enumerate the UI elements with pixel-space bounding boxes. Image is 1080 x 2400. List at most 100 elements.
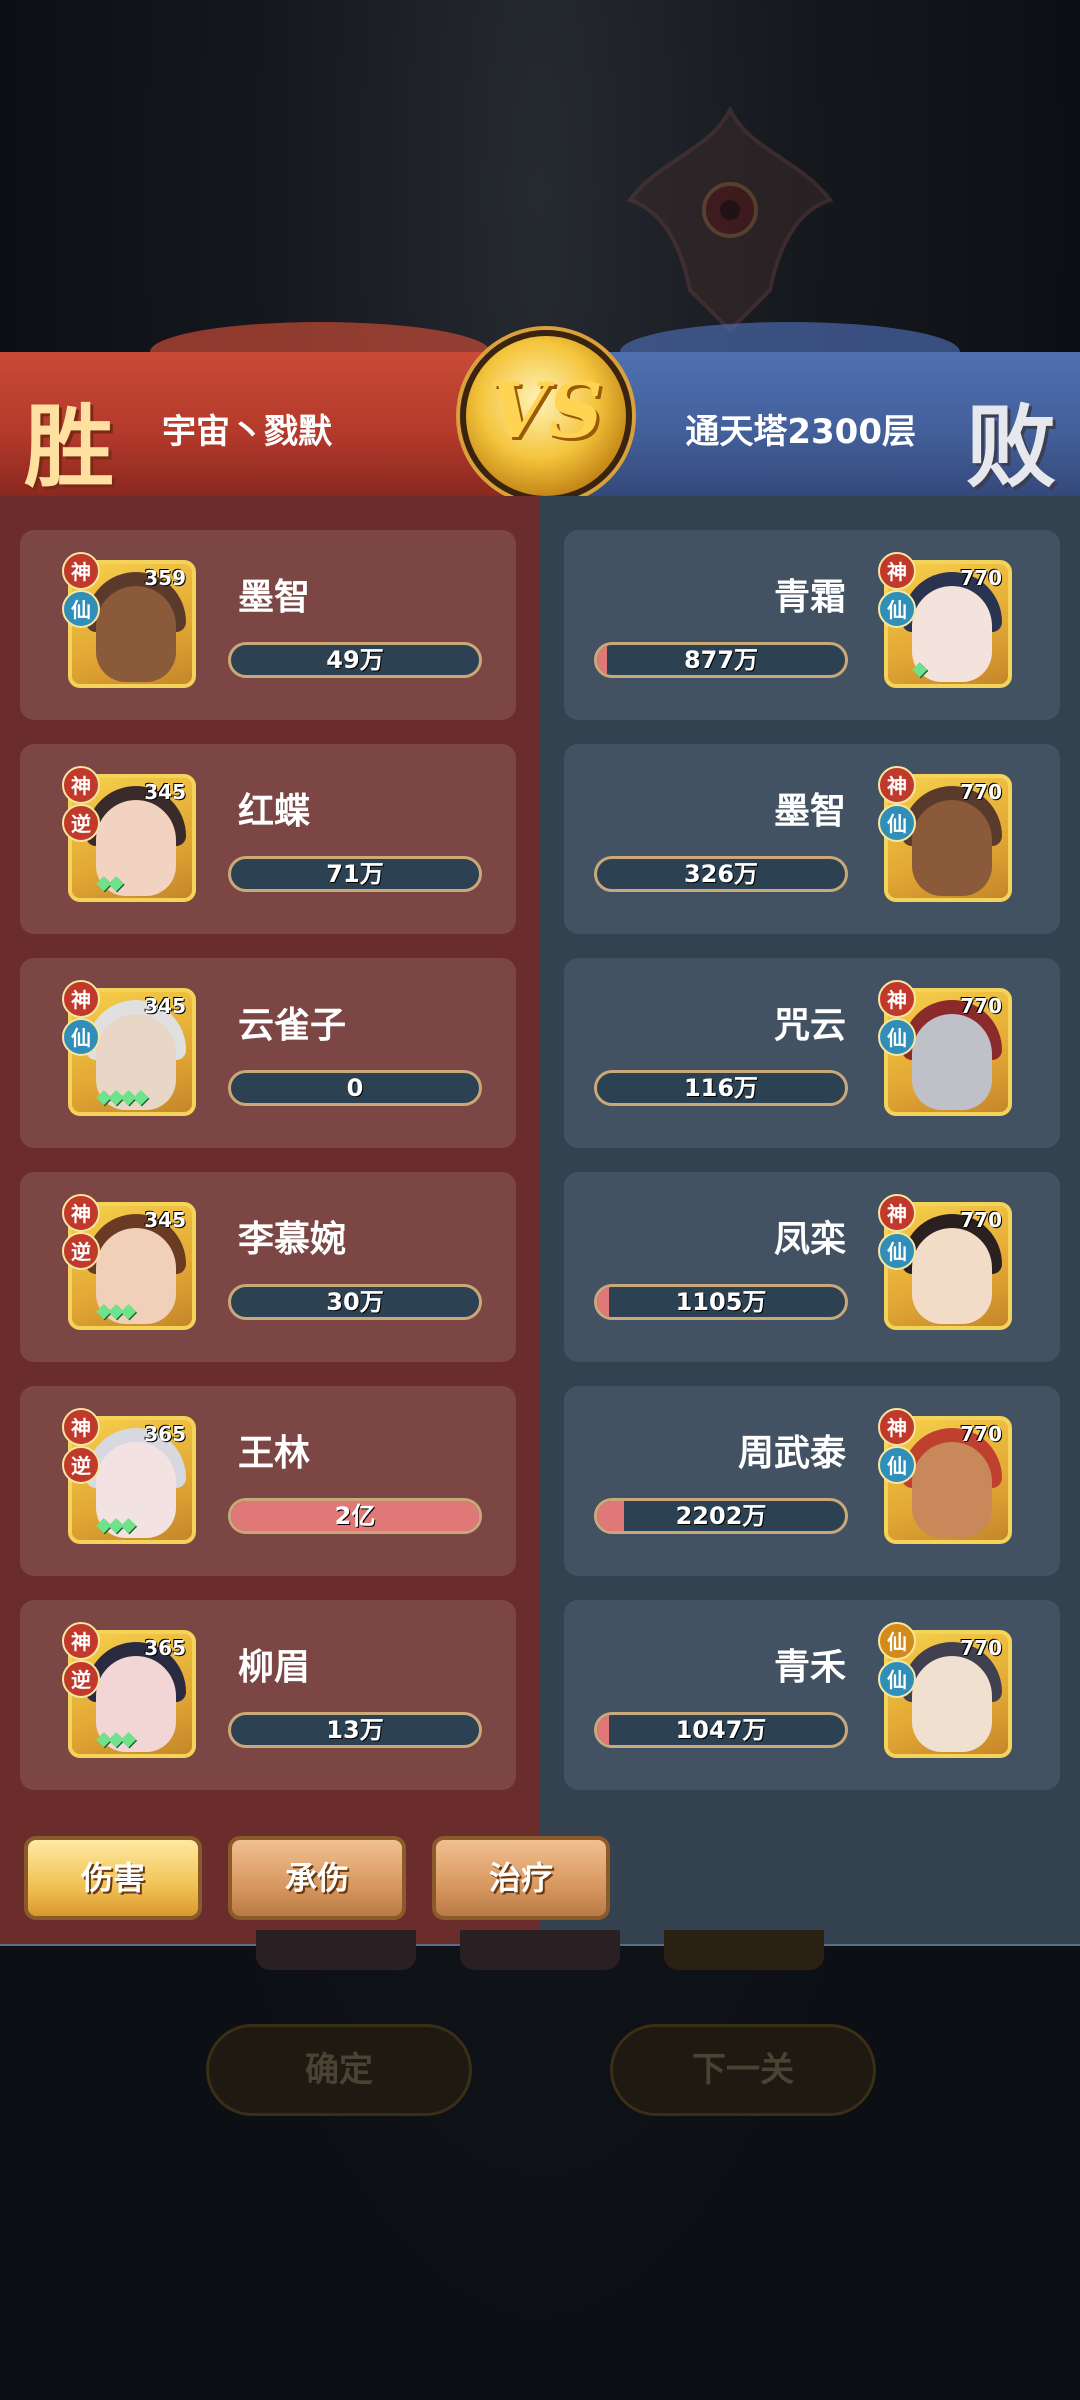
left-player-name: 宇宙丶戮默 bbox=[162, 412, 332, 452]
hero-name: 云雀子 bbox=[238, 1005, 347, 1046]
confirm-button: 确定 bbox=[206, 2024, 472, 2116]
hero-name: 咒云 bbox=[773, 1005, 846, 1046]
avatar-frame: 770 ◆ 神仙 bbox=[878, 552, 1012, 688]
hero-level: 770 bbox=[960, 780, 1002, 804]
rank-badge: 神 bbox=[62, 766, 100, 804]
hero-level: 365 bbox=[144, 1636, 186, 1660]
background-tab-shadow bbox=[664, 1930, 824, 1970]
rank-badge: 神 bbox=[62, 980, 100, 1018]
hero-name: 青禾 bbox=[773, 1647, 846, 1688]
avatar-frame: 770 仙仙 bbox=[878, 1622, 1012, 1758]
damage-value: 877万 bbox=[683, 646, 759, 674]
hero-name: 王林 bbox=[238, 1433, 311, 1474]
hero-portrait-face bbox=[912, 1228, 992, 1324]
rank-badge: 神 bbox=[62, 552, 100, 590]
tab-healing[interactable]: 治疗 bbox=[432, 1836, 610, 1920]
background-tab-shadow bbox=[256, 1930, 416, 1970]
rank-badge: 神 bbox=[62, 1194, 100, 1232]
faction-badge: 逆 bbox=[62, 1232, 100, 1270]
vs-badge: VS bbox=[460, 330, 632, 502]
damage-bar: 30万 bbox=[228, 1284, 482, 1320]
faction-badge: 仙 bbox=[878, 804, 916, 842]
damage-bar: 0 bbox=[228, 1070, 482, 1106]
right-player-name: 通天塔2300层 bbox=[685, 412, 916, 452]
damage-value: 30万 bbox=[326, 1288, 384, 1316]
hero-level: 345 bbox=[144, 1208, 186, 1232]
hero-portrait-face bbox=[96, 586, 176, 682]
tab-damage[interactable]: 伤害 bbox=[24, 1836, 202, 1920]
damage-value: 1105万 bbox=[675, 1288, 767, 1316]
hero-level: 770 bbox=[960, 1422, 1002, 1446]
next-level-button: 下一关 bbox=[610, 2024, 876, 2116]
damage-bar: 2亿 bbox=[228, 1498, 482, 1534]
damage-value: 13万 bbox=[326, 1716, 384, 1744]
defeat-label: 败 bbox=[966, 394, 1056, 500]
star-gems-icon: ◆◆◆◆ bbox=[96, 1084, 149, 1108]
tab-damage-taken[interactable]: 承伤 bbox=[228, 1836, 406, 1920]
avatar-frame: 365 ◆◆◆ 神逆 bbox=[62, 1622, 196, 1758]
right-hero-card[interactable]: 770 神仙墨智 326万 bbox=[564, 744, 1060, 934]
rank-badge: 仙 bbox=[878, 1622, 916, 1660]
faction-badge: 仙 bbox=[62, 1018, 100, 1056]
hero-portrait-face bbox=[912, 1014, 992, 1110]
right-hero-card[interactable]: 770 神仙咒云 116万 bbox=[564, 958, 1060, 1148]
avatar-frame: 345 ◆◆ 神逆 bbox=[62, 766, 196, 902]
right-hero-card[interactable]: 770 神仙周武泰 2202万 bbox=[564, 1386, 1060, 1576]
damage-bar: 13万 bbox=[228, 1712, 482, 1748]
damage-bar: 116万 bbox=[594, 1070, 848, 1106]
faction-badge: 逆 bbox=[62, 1660, 100, 1698]
hero-level: 345 bbox=[144, 994, 186, 1018]
hero-name: 周武泰 bbox=[737, 1433, 846, 1474]
victory-label: 胜 bbox=[24, 394, 114, 500]
damage-bar: 49万 bbox=[228, 642, 482, 678]
star-gems-icon: ◆◆◆ bbox=[96, 1726, 136, 1750]
hero-name: 李慕婉 bbox=[238, 1219, 347, 1260]
avatar-frame: 365 ◆◆◆ 神逆 bbox=[62, 1408, 196, 1544]
damage-value: 2亿 bbox=[334, 1502, 376, 1530]
hero-portrait-face bbox=[912, 800, 992, 896]
rank-badge: 神 bbox=[878, 552, 916, 590]
left-hero-card[interactable]: 365 ◆◆◆ 神逆 王林 2亿 bbox=[20, 1386, 516, 1576]
hero-level: 365 bbox=[144, 1422, 186, 1446]
star-gems-icon: ◆◆ bbox=[96, 870, 124, 894]
faction-badge: 仙 bbox=[878, 1232, 916, 1270]
avatar-frame: 770 神仙 bbox=[878, 766, 1012, 902]
avatar-frame: 770 神仙 bbox=[878, 1194, 1012, 1330]
avatar-frame: 359 神仙 bbox=[62, 552, 196, 688]
hero-name: 青霜 bbox=[773, 577, 846, 618]
avatar-frame: 345 ◆◆◆◆ 神仙 bbox=[62, 980, 196, 1116]
left-hero-card[interactable]: 345 ◆◆◆ 神逆 李慕婉 30万 bbox=[20, 1172, 516, 1362]
avatar-frame: 345 ◆◆◆ 神逆 bbox=[62, 1194, 196, 1330]
hero-level: 770 bbox=[960, 1636, 1002, 1660]
hero-level: 359 bbox=[144, 566, 186, 590]
hero-portrait-face bbox=[912, 1442, 992, 1538]
rank-badge: 神 bbox=[878, 766, 916, 804]
avatar-frame: 770 神仙 bbox=[878, 1408, 1012, 1544]
damage-bar: 2202万 bbox=[594, 1498, 848, 1534]
faction-badge: 逆 bbox=[62, 804, 100, 842]
hero-level: 770 bbox=[960, 1208, 1002, 1232]
emblem-icon bbox=[626, 105, 834, 333]
left-hero-card[interactable]: 345 ◆◆ 神逆 红蝶 71万 bbox=[20, 744, 516, 934]
hero-level: 770 bbox=[960, 566, 1002, 590]
damage-value: 326万 bbox=[683, 860, 759, 888]
rank-badge: 神 bbox=[878, 1408, 916, 1446]
damage-bar: 71万 bbox=[228, 856, 482, 892]
right-hero-card[interactable]: 770 神仙凤栾 1105万 bbox=[564, 1172, 1060, 1362]
damage-bar: 1105万 bbox=[594, 1284, 848, 1320]
left-hero-card[interactable]: 365 ◆◆◆ 神逆 柳眉 13万 bbox=[20, 1600, 516, 1790]
left-hero-card[interactable]: 359 神仙 墨智 49万 bbox=[20, 530, 516, 720]
faction-badge: 仙 bbox=[878, 590, 916, 628]
hero-portrait-face bbox=[912, 1656, 992, 1752]
star-gems-icon: ◆ bbox=[912, 656, 927, 680]
damage-bar: 877万 bbox=[594, 642, 848, 678]
faction-badge: 仙 bbox=[878, 1446, 916, 1484]
right-hero-card[interactable]: 770 ◆ 神仙青霜 877万 bbox=[564, 530, 1060, 720]
star-gems-icon: ◆◆◆ bbox=[96, 1512, 136, 1536]
damage-value: 2202万 bbox=[675, 1502, 767, 1530]
rank-badge: 神 bbox=[62, 1622, 100, 1660]
right-hero-card[interactable]: 770 仙仙青禾 1047万 bbox=[564, 1600, 1060, 1790]
star-gems-icon: ◆◆◆ bbox=[96, 1298, 136, 1322]
left-hero-card[interactable]: 345 ◆◆◆◆ 神仙 云雀子 0 bbox=[20, 958, 516, 1148]
vs-label: VS bbox=[489, 366, 603, 455]
